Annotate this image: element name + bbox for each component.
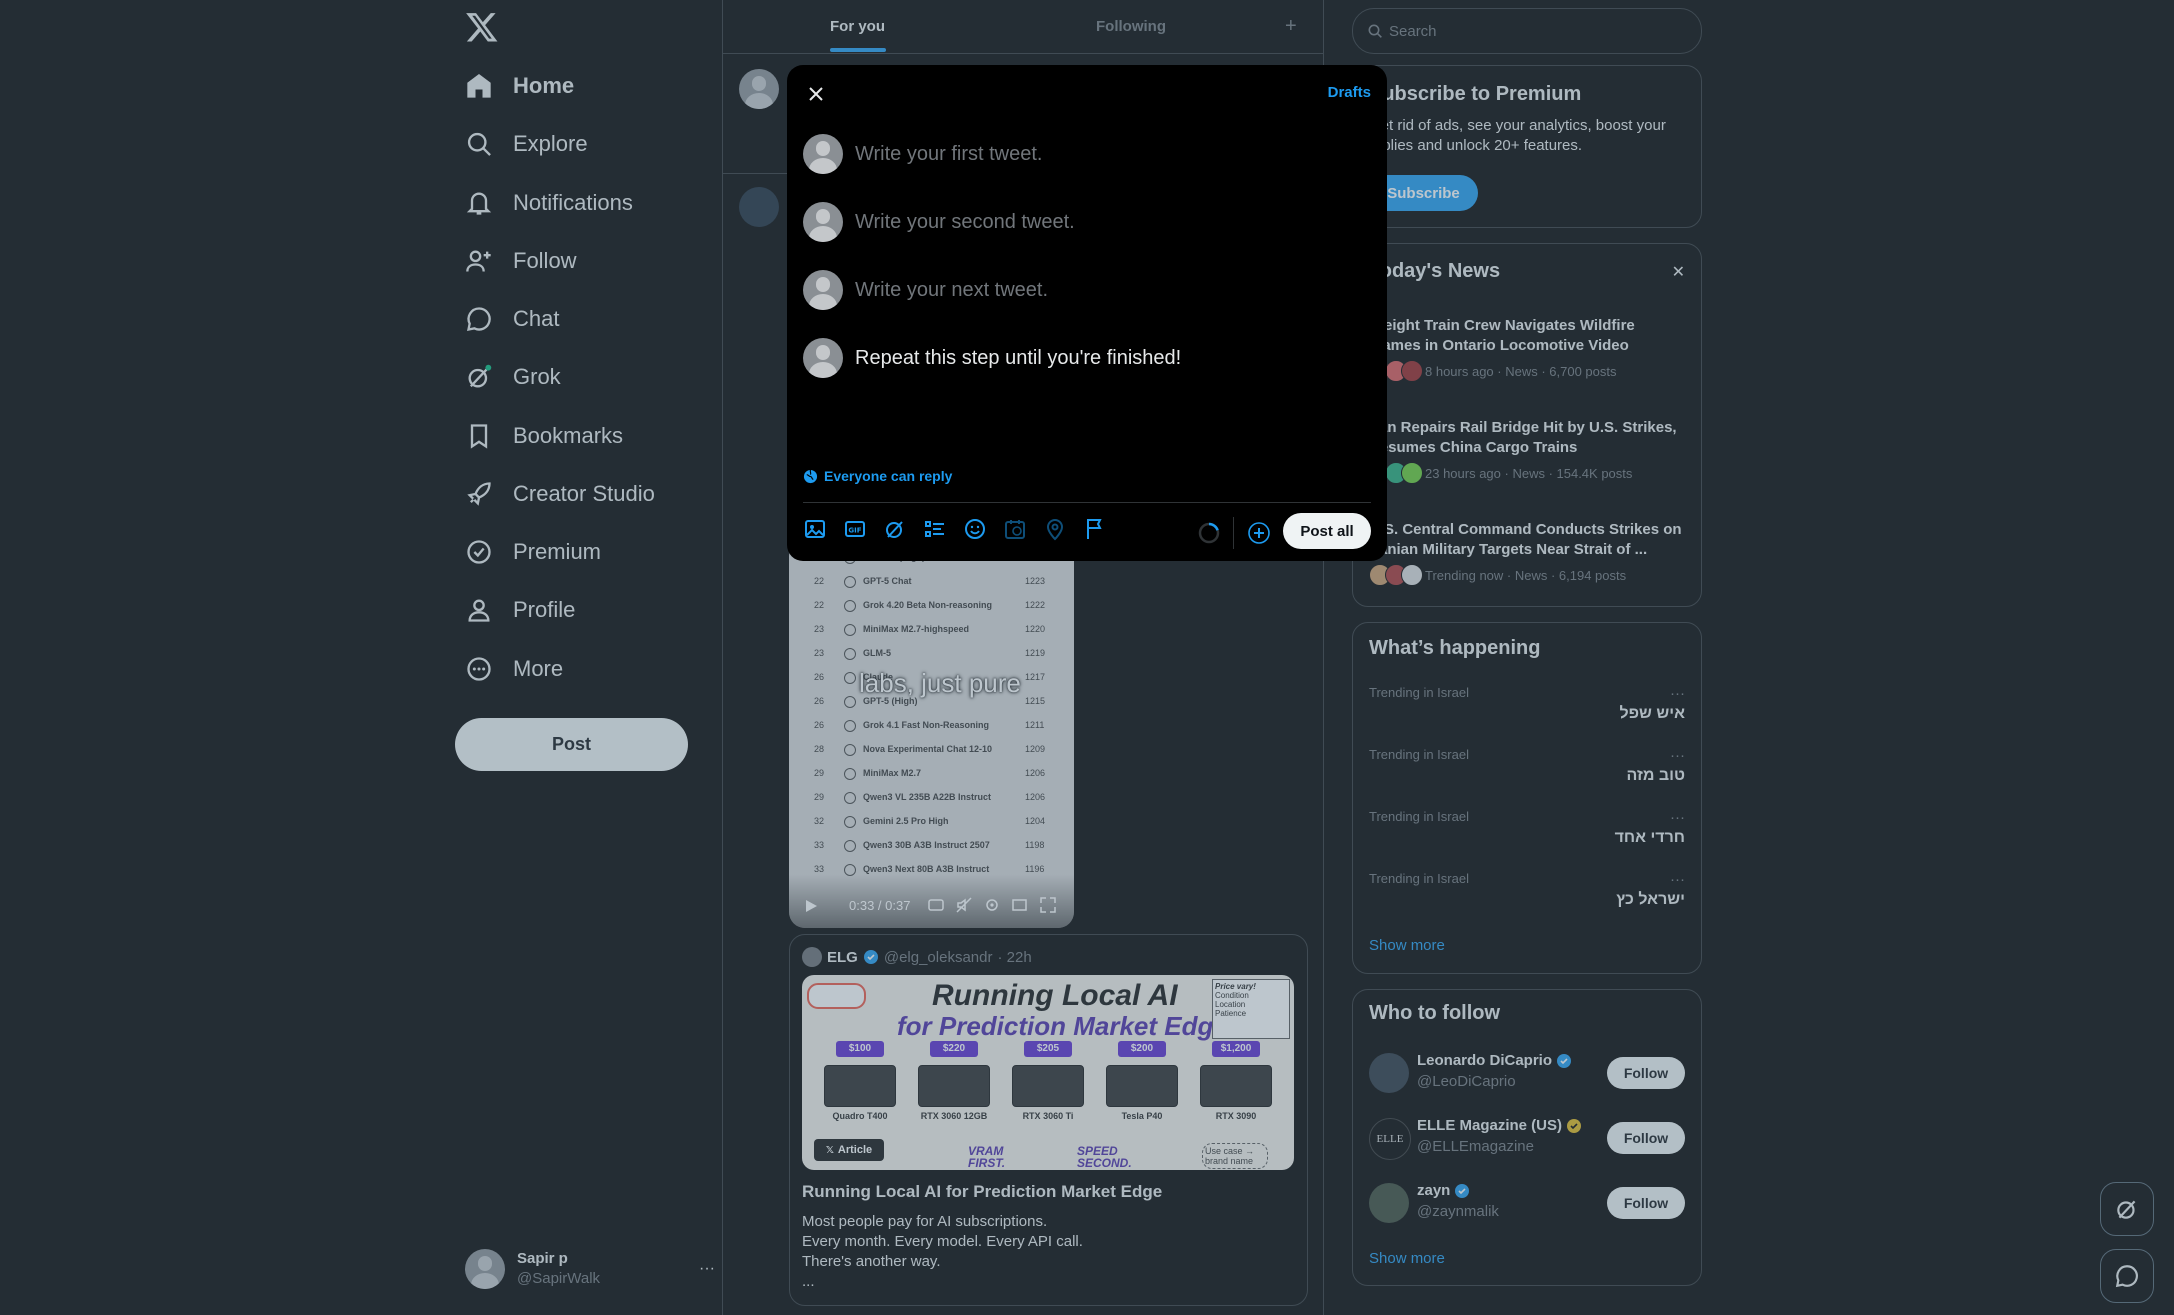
add-tweet-icon[interactable] (1247, 521, 1271, 545)
thread-input-4[interactable]: Repeat this step until you're finished! (855, 347, 1181, 370)
thread-row[interactable]: Repeat this step until you're finished! (803, 338, 1181, 378)
avatar (803, 338, 843, 378)
thread-composer-modal: Drafts Write your first tweet. Write you… (787, 65, 1387, 561)
composer-toolbar: GIF (803, 517, 1107, 541)
grok-image-icon[interactable] (883, 517, 907, 541)
globe-icon (803, 469, 818, 483)
image-icon[interactable] (803, 517, 827, 541)
thread-input-2[interactable]: Write your second tweet. (855, 211, 1075, 234)
drafts-link[interactable]: Drafts (1328, 84, 1371, 101)
divider (1233, 517, 1234, 549)
emoji-icon[interactable] (963, 517, 987, 541)
location-icon[interactable] (1043, 517, 1067, 541)
avatar (803, 202, 843, 242)
flag-icon[interactable] (1083, 517, 1107, 541)
avatar (803, 134, 843, 174)
thread-input-3[interactable]: Write your next tweet. (855, 279, 1048, 302)
thread-row[interactable]: Write your next tweet. (803, 270, 1048, 310)
reply-settings-label: Everyone can reply (824, 468, 953, 484)
post-all-button[interactable]: Post all (1283, 513, 1371, 549)
thread-input-1[interactable]: Write your first tweet. (855, 143, 1042, 166)
gif-icon[interactable]: GIF (843, 517, 867, 541)
reply-settings-button[interactable]: Everyone can reply (803, 468, 952, 484)
schedule-icon[interactable] (1003, 517, 1027, 541)
character-count-ring (1198, 522, 1220, 544)
thread-row[interactable]: Write your first tweet. (803, 134, 1042, 174)
avatar (803, 270, 843, 310)
divider (803, 502, 1371, 503)
close-icon (809, 87, 823, 101)
svg-text:GIF: GIF (848, 527, 861, 535)
poll-icon[interactable] (923, 517, 947, 541)
thread-row[interactable]: Write your second tweet. (803, 202, 1075, 242)
close-button[interactable] (799, 77, 833, 111)
